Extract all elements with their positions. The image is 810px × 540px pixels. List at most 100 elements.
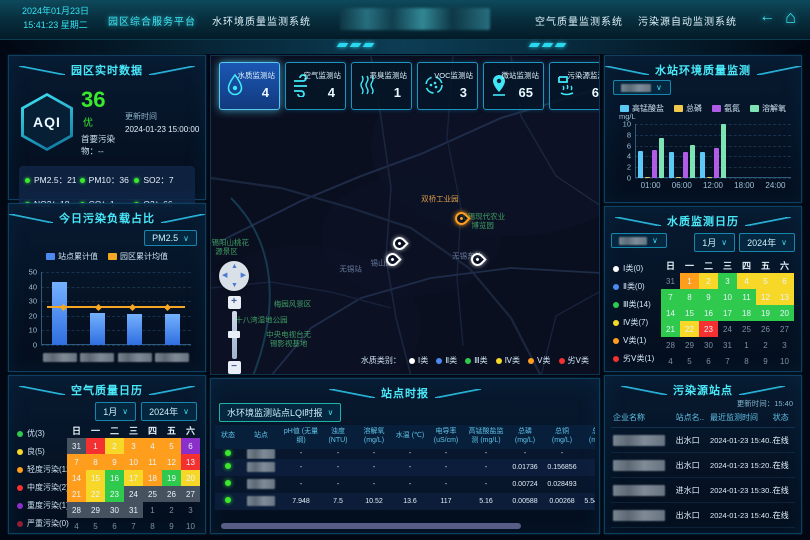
nav-water-system[interactable]: 水环境质量监测系统	[212, 13, 311, 28]
report-row[interactable]: ------0.017360.156856--	[215, 459, 595, 476]
calendar-day[interactable]: 21	[67, 486, 86, 502]
calendar-day[interactable]: 10	[775, 353, 794, 369]
calendar-day[interactable]: 12	[162, 454, 181, 470]
station-filter-wind[interactable]: 空气监测站 4	[285, 62, 346, 110]
calendar-day[interactable]: 30	[105, 502, 124, 518]
calendar-day[interactable]: 24	[124, 486, 143, 502]
calendar-day[interactable]: 9	[756, 353, 775, 369]
report-table-wrap[interactable]: 状态站点pH值 (无量纲)浊度 (NTU)溶解氧 (mg/L)水温 (℃)电导率…	[215, 425, 595, 521]
calendar-day[interactable]: 5	[86, 518, 105, 534]
calendar-day[interactable]: 29	[680, 337, 699, 353]
calendar-day[interactable]: 7	[718, 353, 737, 369]
calendar-day[interactable]: 28	[67, 502, 86, 518]
horizontal-scrollbar[interactable]	[221, 523, 521, 529]
calendar-day[interactable]: 27	[181, 486, 200, 502]
calendar-day[interactable]: 3	[124, 438, 143, 454]
calendar-day[interactable]: 30	[699, 337, 718, 353]
calendar-day[interactable]: 17	[718, 305, 737, 321]
calendar-day[interactable]: 23	[105, 486, 124, 502]
pollution-station-row[interactable]: 进水口 2024-01-23 15:30... 在线	[611, 478, 795, 503]
calendar-day[interactable]: 24	[718, 321, 737, 337]
back-icon[interactable]: ←	[759, 9, 775, 25]
calendar-day[interactable]: 20	[181, 470, 200, 486]
calendar-day[interactable]: 9	[105, 454, 124, 470]
calendar-day[interactable]: 19	[162, 470, 181, 486]
calendar-day[interactable]: 31	[661, 273, 680, 289]
pollutant-selector[interactable]: PM2.5∨	[144, 230, 197, 246]
calendar-day[interactable]: 3	[181, 502, 200, 518]
calendar-day[interactable]: 13	[181, 454, 200, 470]
calendar-day[interactable]: 22	[86, 486, 105, 502]
calendar-day[interactable]: 18	[143, 470, 162, 486]
report-row[interactable]: 7.9487.510.5213.61175.160.005880.002685.…	[215, 493, 595, 510]
calendar-day[interactable]: 14	[661, 305, 680, 321]
calendar-day[interactable]: 1	[737, 337, 756, 353]
calendar-day[interactable]: 17	[124, 470, 143, 486]
calendar-day[interactable]: 6	[699, 353, 718, 369]
year-selector[interactable]: 2024年∨	[141, 402, 197, 421]
report-row[interactable]: ------0.007240.028493--	[215, 476, 595, 493]
calendar-day[interactable]: 6	[775, 273, 794, 289]
calendar-day[interactable]: 7	[124, 518, 143, 534]
calendar-day[interactable]: 5	[680, 353, 699, 369]
calendar-day[interactable]: 19	[756, 305, 775, 321]
map-pan-control[interactable]: ▲▼ ◀▶	[219, 261, 249, 291]
report-row[interactable]: ----------	[215, 449, 595, 459]
calendar-day[interactable]: 31	[718, 337, 737, 353]
calendar-day[interactable]: 23	[699, 321, 718, 337]
station-filter-pin[interactable]: 微站监测站 65	[483, 62, 544, 110]
station-filter-voc[interactable]: VOC监测站 3	[417, 62, 478, 110]
calendar-day[interactable]: 5	[162, 438, 181, 454]
calendar-day[interactable]: 25	[737, 321, 756, 337]
calendar-day[interactable]: 6	[181, 438, 200, 454]
zoom-handle[interactable]	[228, 331, 240, 338]
station-selector-redacted[interactable]: ∨	[613, 80, 671, 95]
nav-park-platform[interactable]: 园区综合服务平台	[108, 13, 196, 28]
nav-air-system[interactable]: 空气质量监测系统	[535, 13, 623, 28]
calendar-day[interactable]: 4	[67, 518, 86, 534]
nav-pollution-system[interactable]: 污染源自动监测系统	[638, 13, 737, 28]
zoom-in-button[interactable]: +	[228, 296, 241, 309]
calendar-day[interactable]: 26	[162, 486, 181, 502]
calendar-day[interactable]: 15	[680, 305, 699, 321]
calendar-day[interactable]: 20	[775, 305, 794, 321]
home-icon[interactable]: ⌂	[785, 8, 796, 26]
calendar-day[interactable]: 25	[143, 486, 162, 502]
pollution-station-row[interactable]: 出水口 2024-01-23 15:40... 在线	[611, 428, 795, 453]
calendar-day[interactable]: 21	[661, 321, 680, 337]
calendar-day[interactable]: 4	[661, 353, 680, 369]
calendar-day[interactable]: 27	[775, 321, 794, 337]
calendar-day[interactable]: 31	[67, 438, 86, 454]
calendar-day[interactable]: 8	[86, 454, 105, 470]
month-selector[interactable]: 1月∨	[95, 402, 136, 421]
calendar-day[interactable]: 9	[162, 518, 181, 534]
year-selector[interactable]: 2024年∨	[739, 233, 795, 252]
calendar-day[interactable]: 22	[680, 321, 699, 337]
calendar-day[interactable]: 2	[105, 438, 124, 454]
pollution-station-row[interactable]: 出水口 2024-01-23 15:40... 在线	[611, 503, 795, 528]
pollution-station-row[interactable]: 进水口 2024-01-23 15:40... 在线	[611, 528, 795, 530]
calendar-day[interactable]: 8	[680, 289, 699, 305]
station-filter-odor[interactable]: 恶臭监测站 1	[351, 62, 412, 110]
calendar-day[interactable]: 16	[699, 305, 718, 321]
calendar-day[interactable]: 31	[124, 502, 143, 518]
station-filter-water-drop[interactable]: 水质监测站 4	[219, 62, 280, 110]
calendar-day[interactable]: 5	[756, 273, 775, 289]
calendar-day[interactable]: 2	[699, 273, 718, 289]
calendar-day[interactable]: 29	[86, 502, 105, 518]
calendar-day[interactable]: 8	[737, 353, 756, 369]
calendar-day[interactable]: 3	[775, 337, 794, 353]
calendar-day[interactable]: 6	[105, 518, 124, 534]
calendar-day[interactable]: 11	[143, 454, 162, 470]
calendar-day[interactable]: 1	[680, 273, 699, 289]
calendar-day[interactable]: 8	[143, 518, 162, 534]
calendar-day[interactable]: 12	[756, 289, 775, 305]
calendar-day[interactable]: 14	[67, 470, 86, 486]
calendar-day[interactable]: 28	[661, 337, 680, 353]
calendar-day[interactable]: 7	[661, 289, 680, 305]
station-filter-discharge[interactable]: 污染源监测 6	[549, 62, 600, 110]
pollution-station-row[interactable]: 出水口 2024-01-23 15:20... 在线	[611, 453, 795, 478]
calendar-day[interactable]: 10	[181, 518, 200, 534]
month-selector[interactable]: 1月∨	[694, 233, 735, 252]
map-zoom-slider[interactable]: + −	[227, 296, 241, 374]
